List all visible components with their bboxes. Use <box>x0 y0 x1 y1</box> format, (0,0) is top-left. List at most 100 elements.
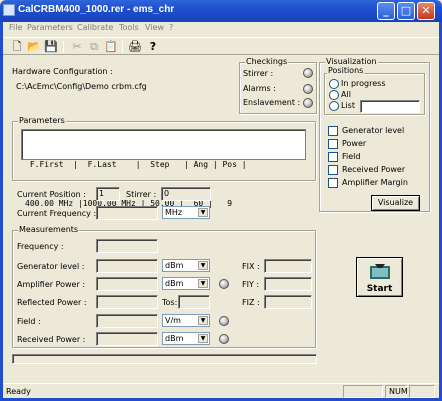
chevron-down-icon: ▼ <box>198 316 208 325</box>
hardware-config-path: C:\AcEmc\Config\Demo crbm.cfg <box>16 82 147 91</box>
radio-all[interactable] <box>329 90 339 100</box>
status-panel-empty-2 <box>409 385 435 398</box>
title-bar: CalCRBM400_1000.rer - ems_chr _ □ ✕ <box>0 0 442 22</box>
current-position-field: 1 <box>96 187 120 201</box>
menu-calibrate[interactable]: Calibrate <box>77 23 113 32</box>
progress-bar <box>12 354 317 364</box>
field-status-led <box>219 316 229 326</box>
alarms-status-led <box>303 84 313 94</box>
field-unit-select[interactable]: V/m ▼ <box>162 314 210 327</box>
stirrer-check-label: Stirrer : <box>243 69 274 78</box>
amplifier-status-led <box>219 279 229 289</box>
generator-level-label: Generator level : <box>17 262 85 271</box>
status-num: NUM <box>385 385 408 398</box>
amplifier-unit-value: dBm <box>165 279 184 288</box>
stirrer-label: Stirrer : <box>126 190 157 199</box>
save-icon[interactable]: 💾 <box>43 40 59 54</box>
frequency-label: Frequency : <box>17 242 64 251</box>
toolbar-separator <box>63 41 64 53</box>
radio-list[interactable] <box>329 101 339 111</box>
checkbox-amplifier-margin[interactable] <box>328 178 338 188</box>
hardware-config-label: Hardware Configuration : <box>12 67 113 76</box>
tos-field <box>178 295 210 309</box>
current-frequency-field <box>96 206 158 220</box>
toolbar-separator <box>122 41 123 53</box>
new-icon[interactable]: 🗋 <box>9 40 25 54</box>
field-checkbox-label: Field <box>342 152 361 161</box>
alarms-check-label: Alarms : <box>243 84 276 93</box>
close-button[interactable]: ✕ <box>417 2 435 20</box>
amplifier-margin-checkbox-label: Amplifier Margin <box>342 178 408 187</box>
generator-level-field <box>96 259 158 273</box>
menu-view[interactable]: View <box>145 23 164 32</box>
power-checkbox-label: Power <box>342 139 367 148</box>
generator-unit-select[interactable]: dBm ▼ <box>162 259 210 272</box>
window-title: CalCRBM400_1000.rer - ems_chr <box>18 4 175 15</box>
toolbar: 🗋 📂 💾 ✂ ⧉ 📋 🖨 ? <box>3 37 439 55</box>
stirrer-field: 0 <box>161 187 211 201</box>
app-icon <box>3 4 15 16</box>
fiy-field <box>264 277 312 291</box>
chevron-down-icon: ▼ <box>198 334 208 343</box>
tos-label: Tos: <box>162 298 178 307</box>
amplifier-power-field <box>96 277 158 291</box>
received-status-led <box>219 334 229 344</box>
menu-bar: File Parameters Calibrate Tools View ? <box>3 22 439 36</box>
menu-tools[interactable]: Tools <box>119 23 139 32</box>
menu-file[interactable]: File <box>9 23 22 32</box>
menu-help[interactable]: ? <box>169 23 173 32</box>
status-panel-empty <box>343 385 383 398</box>
radio-in-progress-label: In progress <box>341 79 386 88</box>
field-label: Field : <box>17 317 41 326</box>
radio-all-label: All <box>341 90 351 99</box>
copy-icon[interactable]: ⧉ <box>86 40 102 54</box>
positions-title: Positions <box>327 66 365 75</box>
maximize-button[interactable]: □ <box>397 2 415 20</box>
status-bar: Ready NUM <box>3 383 439 398</box>
cut-icon[interactable]: ✂ <box>69 40 85 54</box>
fiz-label: FIZ : <box>242 298 260 307</box>
generator-level-checkbox-label: Generator level <box>342 126 405 135</box>
amplifier-unit-select[interactable]: dBm ▼ <box>162 277 210 290</box>
checkbox-field[interactable] <box>328 152 338 162</box>
parameters-title: Parameters <box>18 116 66 125</box>
checkbox-generator-level[interactable] <box>328 126 338 136</box>
received-power-field <box>96 332 158 346</box>
fiz-field <box>264 295 312 309</box>
start-icon <box>370 264 390 279</box>
list-input[interactable] <box>360 100 420 113</box>
radio-list-label: List <box>341 101 355 110</box>
chevron-down-icon: ▼ <box>198 208 208 217</box>
menu-parameters[interactable]: Parameters <box>27 23 73 32</box>
open-icon[interactable]: 📂 <box>26 40 42 54</box>
minimize-button[interactable]: _ <box>377 2 395 20</box>
radio-in-progress[interactable] <box>329 79 339 89</box>
start-button[interactable]: Start <box>356 257 403 297</box>
checkings-title: Checkings <box>245 57 289 66</box>
checkbox-received-power[interactable] <box>328 165 338 175</box>
field-value-field <box>96 314 158 328</box>
measurements-title: Measurements <box>18 225 80 234</box>
parameters-list[interactable]: F.First | F.Last | Step | Ang | Pos | 40… <box>21 129 306 208</box>
frequency-unit-select[interactable]: MHz ▼ <box>162 206 210 219</box>
start-label: Start <box>366 284 393 294</box>
generator-unit-value: dBm <box>165 261 184 270</box>
chevron-down-icon: ▼ <box>198 279 208 288</box>
reflected-power-label: Reflected Power : <box>17 298 87 307</box>
parameters-header: F.First | F.Last | Step | Ang | Pos | <box>25 160 247 169</box>
visualize-button[interactable]: Visualize <box>371 195 420 211</box>
fix-field <box>264 259 312 273</box>
received-unit-value: dBm <box>165 334 184 343</box>
received-power-label: Received Power : <box>17 335 86 344</box>
received-unit-select[interactable]: dBm ▼ <box>162 332 210 345</box>
received-power-checkbox-label: Received Power <box>342 165 406 174</box>
paste-icon[interactable]: 📋 <box>103 40 119 54</box>
fix-label: FIX : <box>242 262 260 271</box>
print-icon[interactable]: 🖨 <box>127 40 143 54</box>
status-text: Ready <box>6 387 31 396</box>
stirrer-status-led <box>303 68 313 78</box>
enslavement-status-led <box>303 98 313 108</box>
help-icon[interactable]: ? <box>145 40 161 54</box>
current-position-label: Current Position : <box>17 190 86 199</box>
checkbox-power[interactable] <box>328 139 338 149</box>
